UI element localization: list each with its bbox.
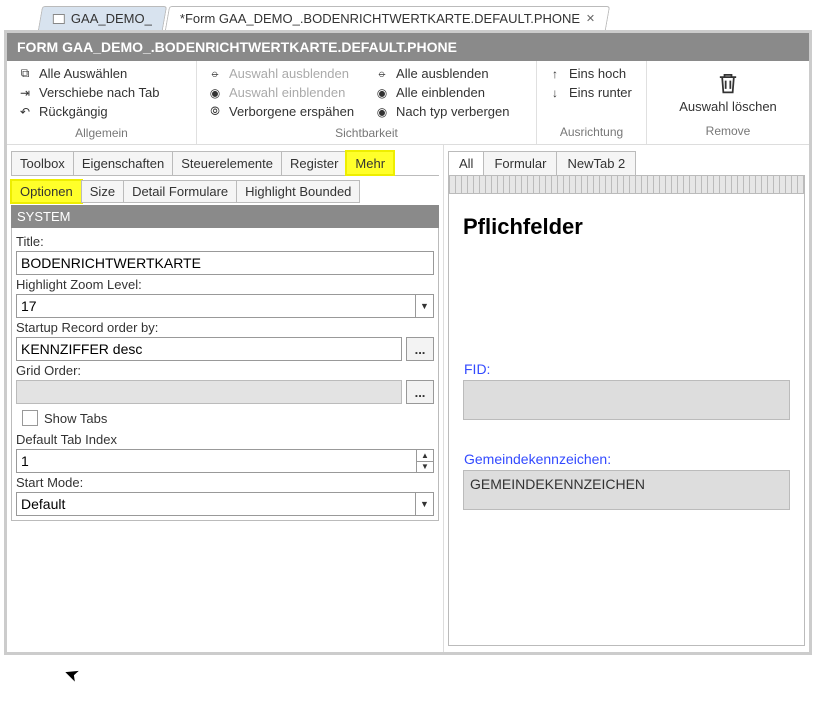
system-panel-header: SYSTEM xyxy=(11,205,439,228)
move-down-button[interactable]: ↓Eins runter xyxy=(545,84,638,101)
show-tabs-label: Show Tabs xyxy=(44,411,107,426)
undo-button[interactable]: ↶Rückgängig xyxy=(15,103,188,120)
highlight-zoom-label: Highlight Zoom Level: xyxy=(16,277,434,292)
title-label: Title: xyxy=(16,234,434,249)
form-icon xyxy=(53,14,65,24)
preview-tab-formular[interactable]: Formular xyxy=(483,151,557,175)
spinner-up-button[interactable]: ▲ xyxy=(417,450,433,462)
highlight-zoom-input[interactable] xyxy=(16,294,416,318)
ruler xyxy=(449,176,804,194)
panel-tab-bar-2: Optionen Size Detail Formulare Highlight… xyxy=(11,176,439,203)
default-tab-index-label: Default Tab Index xyxy=(16,432,434,447)
arrow-up-icon: ↑ xyxy=(547,67,563,81)
reveal-icon: ⦾ xyxy=(207,105,223,119)
move-tab-icon: ⇥ xyxy=(17,86,33,100)
ribbon: ⧉Alle Auswählen ⇥Verschiebe nach Tab ↶Rü… xyxy=(7,61,809,145)
preview-canvas[interactable]: Pflichfelder FID: Gemeindekennzeichen: G… xyxy=(448,176,805,646)
panel-tab-bar-1: Toolbox Eigenschaften Steuerelemente Reg… xyxy=(11,151,439,176)
preview-field-fid[interactable] xyxy=(463,380,790,420)
grid-order-label: Grid Order: xyxy=(16,363,434,378)
ribbon-group-label: Ausrichtung xyxy=(545,119,638,143)
start-mode-label: Start Mode: xyxy=(16,475,434,490)
ribbon-group-sichtbarkeit: ⦵Auswahl ausblenden ◉Auswahl einblenden … xyxy=(197,61,537,144)
undo-icon: ↶ xyxy=(17,105,33,119)
chevron-down-icon[interactable]: ▼ xyxy=(416,294,434,318)
properties-panel: Toolbox Eigenschaften Steuerelemente Reg… xyxy=(7,145,443,652)
start-mode-input[interactable] xyxy=(16,492,416,516)
ribbon-group-remove: Auswahl löschen Remove xyxy=(647,61,809,144)
ribbon-group-label: Remove xyxy=(706,118,751,142)
reveal-hidden-button[interactable]: ⦾Verborgene erspähen xyxy=(205,103,356,120)
tab-size[interactable]: Size xyxy=(81,180,124,203)
form-title-bar: FORM GAA_DEMO_.BODENRICHTWERTKARTE.DEFAU… xyxy=(7,33,809,61)
preview-tab-newtab2[interactable]: NewTab 2 xyxy=(556,151,636,175)
document-tab-inactive[interactable]: GAA_DEMO_ xyxy=(38,6,167,30)
startup-order-browse-button[interactable]: ... xyxy=(406,337,434,361)
delete-selection-button[interactable]: Auswahl löschen xyxy=(671,65,785,118)
title-input[interactable] xyxy=(16,251,434,275)
ribbon-group-label: Allgemein xyxy=(15,120,188,144)
tab-steuerelemente[interactable]: Steuerelemente xyxy=(172,151,282,175)
hide-selection-button[interactable]: ⦵Auswahl ausblenden xyxy=(205,65,356,82)
select-all-icon: ⧉ xyxy=(17,67,33,81)
close-icon[interactable]: ✕ xyxy=(586,12,595,25)
grid-order-browse-button[interactable]: ... xyxy=(406,380,434,404)
move-up-button[interactable]: ↑Eins hoch xyxy=(545,65,638,82)
show-all-button[interactable]: ◉Alle einblenden xyxy=(372,84,511,101)
preview-tab-all[interactable]: All xyxy=(448,151,484,175)
preview-panel: All Formular NewTab 2 Pflichfelder FID: … xyxy=(443,145,809,652)
eye-slash-icon: ⦵ xyxy=(374,67,390,81)
trash-icon xyxy=(714,69,742,97)
arrow-down-icon: ↓ xyxy=(547,86,563,100)
startup-order-label: Startup Record order by: xyxy=(16,320,434,335)
tab-optionen[interactable]: Optionen xyxy=(11,180,82,203)
document-tab-label: GAA_DEMO_ xyxy=(71,11,152,26)
ribbon-group-ausrichtung: ↑Eins hoch ↓Eins runter Ausrichtung xyxy=(537,61,647,144)
system-panel-body: Title: Highlight Zoom Level: ▼ Startup R… xyxy=(11,228,439,521)
ribbon-group-label: Sichtbarkeit xyxy=(205,120,528,144)
spinner-down-button[interactable]: ▼ xyxy=(417,462,433,473)
tab-mehr[interactable]: Mehr xyxy=(346,151,394,175)
document-tab-active[interactable]: *Form GAA_DEMO_.BODENRICHTWERTKARTE.DEFA… xyxy=(165,6,611,30)
chevron-down-icon[interactable]: ▼ xyxy=(416,492,434,516)
tab-eigenschaften[interactable]: Eigenschaften xyxy=(73,151,173,175)
tab-register[interactable]: Register xyxy=(281,151,347,175)
hide-by-type-button[interactable]: ◉Nach typ verbergen xyxy=(372,103,511,120)
hide-all-button[interactable]: ⦵Alle ausblenden xyxy=(372,65,511,82)
startup-order-input[interactable] xyxy=(16,337,402,361)
select-all-button[interactable]: ⧉Alle Auswählen xyxy=(15,65,188,82)
preview-field-label-fid[interactable]: FID: xyxy=(463,360,790,378)
preview-heading[interactable]: Pflichfelder xyxy=(463,214,790,240)
ribbon-group-allgemein: ⧉Alle Auswählen ⇥Verschiebe nach Tab ↶Rü… xyxy=(7,61,197,144)
default-tab-index-input[interactable] xyxy=(16,449,416,473)
show-tabs-checkbox[interactable] xyxy=(22,410,38,426)
grid-order-input[interactable] xyxy=(16,380,402,404)
move-to-tab-button[interactable]: ⇥Verschiebe nach Tab xyxy=(15,84,188,101)
show-selection-button[interactable]: ◉Auswahl einblenden xyxy=(205,84,356,101)
tab-toolbox[interactable]: Toolbox xyxy=(11,151,74,175)
preview-tab-bar: All Formular NewTab 2 xyxy=(448,151,805,176)
eye-icon: ◉ xyxy=(207,86,223,100)
tab-highlight-bounded[interactable]: Highlight Bounded xyxy=(236,180,360,203)
document-tab-bar: GAA_DEMO_ *Form GAA_DEMO_.BODENRICHTWERT… xyxy=(0,0,816,30)
preview-field-label-gemeindekennzeichen[interactable]: Gemeindekennzeichen: xyxy=(463,450,790,468)
tab-detail-formulare[interactable]: Detail Formulare xyxy=(123,180,237,203)
eye-slash-icon: ⦵ xyxy=(207,67,223,81)
cursor-icon: ➤ xyxy=(61,662,82,687)
eye-icon: ◉ xyxy=(374,105,390,119)
preview-field-gemeindekennzeichen[interactable]: GEMEINDEKENNZEICHEN xyxy=(463,470,790,510)
document-tab-label: *Form GAA_DEMO_.BODENRICHTWERTKARTE.DEFA… xyxy=(180,11,580,26)
form-title: FORM GAA_DEMO_.BODENRICHTWERTKARTE.DEFAU… xyxy=(17,39,457,55)
eye-icon: ◉ xyxy=(374,86,390,100)
